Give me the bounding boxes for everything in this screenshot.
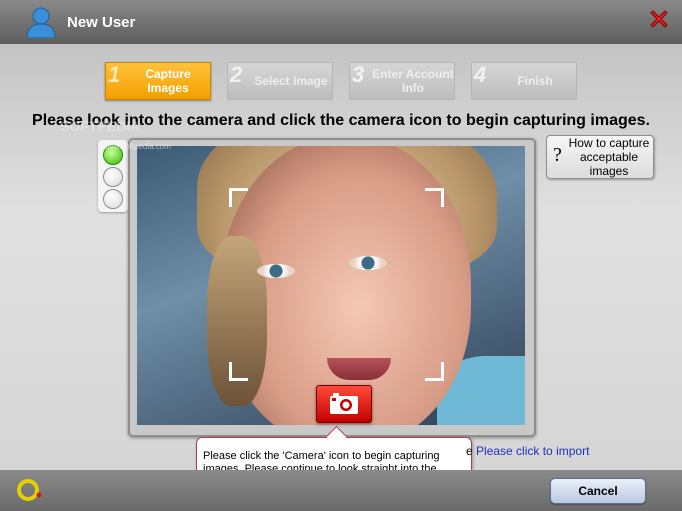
watermark-url: www.softpedia.com bbox=[102, 142, 171, 151]
title-bar: New User bbox=[0, 0, 682, 44]
preview-eye-right bbox=[349, 256, 387, 270]
step-number: 2 bbox=[230, 62, 243, 87]
window-title: New User bbox=[67, 14, 136, 31]
import-link-area: e Please click to import bbox=[466, 444, 589, 458]
wizard-step-2: 2 Select Image bbox=[227, 62, 333, 100]
focus-corner-bottom-left bbox=[229, 362, 248, 381]
step-number: 4 bbox=[474, 62, 487, 87]
how-to-capture-label: How to capture acceptable images bbox=[568, 136, 650, 178]
app-logo-icon bbox=[17, 479, 42, 501]
import-prefix: e bbox=[466, 444, 473, 458]
wizard-step-1: 1 Capture Images bbox=[105, 62, 211, 100]
camera-capture-button[interactable] bbox=[316, 385, 372, 423]
user-icon bbox=[26, 7, 56, 38]
step-label: Select Image bbox=[254, 74, 328, 88]
focus-corner-bottom-right bbox=[425, 362, 444, 381]
step-label: Enter Account Info bbox=[372, 67, 454, 95]
focus-corner-top-right bbox=[425, 188, 444, 207]
wizard-step-4: 4 Finish bbox=[471, 62, 577, 100]
step-label: Finish bbox=[517, 74, 553, 88]
camera-icon bbox=[330, 393, 358, 414]
step-number: 1 bbox=[108, 62, 121, 87]
step-label: Capture Images bbox=[145, 67, 191, 95]
step-number: 3 bbox=[352, 62, 365, 87]
preview-eye-left bbox=[257, 264, 295, 278]
import-link[interactable]: Please click to import bbox=[476, 444, 589, 458]
cancel-button[interactable]: Cancel bbox=[550, 478, 646, 504]
camera-preview bbox=[137, 146, 525, 425]
watermark-text: SOFTPEDIA bbox=[60, 118, 141, 134]
capture-light-2 bbox=[103, 167, 123, 187]
wizard-step-3: 3 Enter Account Info bbox=[349, 62, 455, 100]
capture-light-3 bbox=[103, 189, 123, 209]
question-mark-icon: ? bbox=[553, 144, 562, 166]
focus-corner-top-left bbox=[229, 188, 248, 207]
close-icon[interactable] bbox=[648, 8, 670, 30]
how-to-capture-button[interactable]: ? How to capture acceptable images bbox=[546, 135, 654, 179]
